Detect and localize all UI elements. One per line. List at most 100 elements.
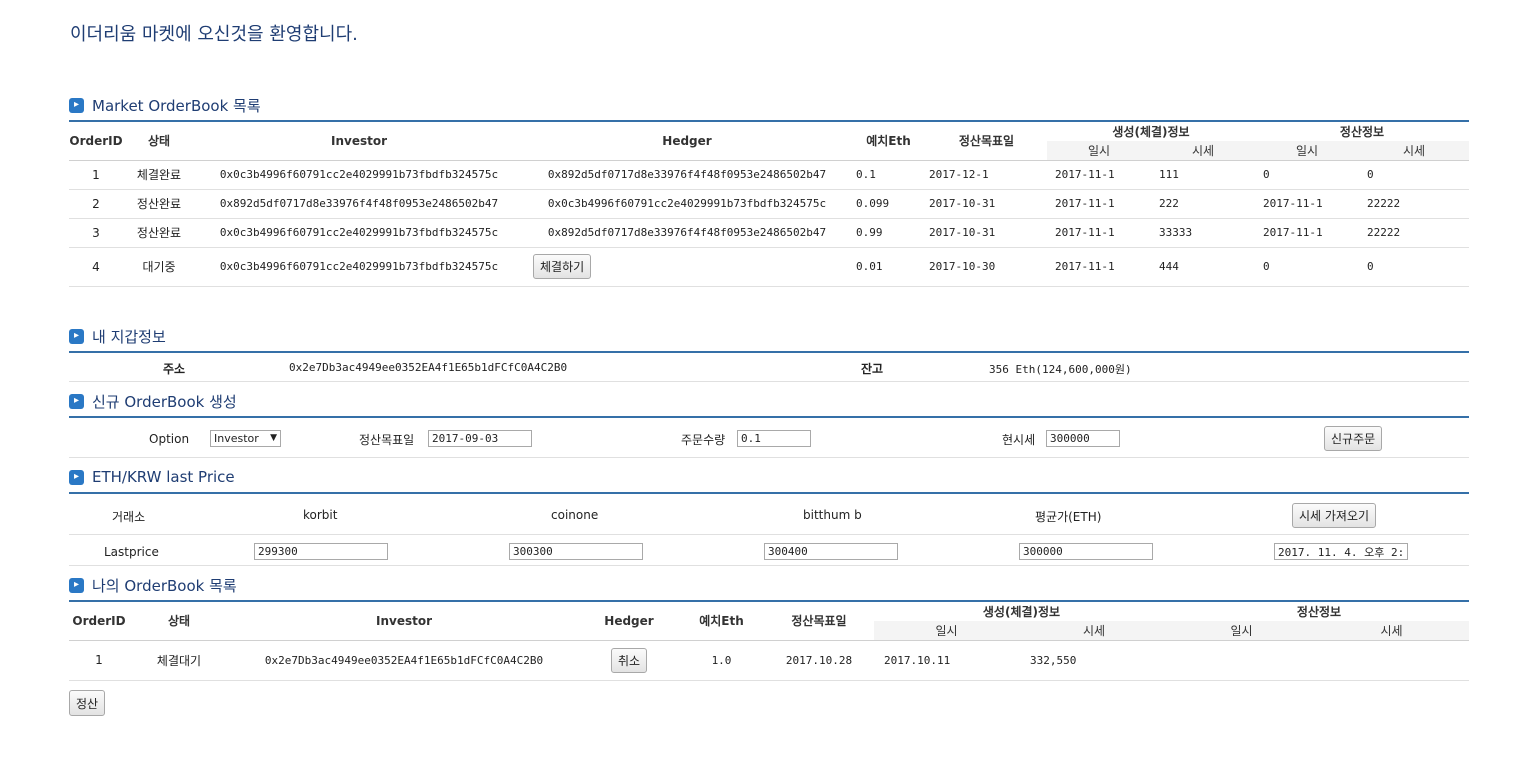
address-label: 주소 [163,362,186,376]
cell-deposit: 0.01 [851,247,926,287]
col-settle-info: 정산정보 [1339,125,1385,139]
market-orderbook-section-title: ▸ Market OrderBook 목록 [69,95,261,115]
cell-investor: 0x2e7Db3ac4949ee0352EA4f1E65b1dFCfC0A4C2… [229,640,579,681]
cell-target: 2017.10.28 [764,640,874,681]
cell-settle-date [1169,640,1314,681]
match-order-button[interactable]: 체결하기 [533,254,592,279]
dropdown-caret-icon: ▼ [270,433,277,443]
my-orderbook-section-title: ▸ 나의 OrderBook 목록 [69,575,237,595]
cell-created-price: 332,550 [1019,640,1169,681]
average-price-input[interactable] [1019,543,1153,560]
col-hedger: Hedger [523,122,851,161]
col-settle-date: 일시 [1255,141,1359,161]
korbit-price-input[interactable] [254,543,388,560]
cell-settle-price: 22222 [1359,218,1470,248]
col-created-info: 생성(체결)정보 [1112,125,1190,139]
current-price-input[interactable] [1046,430,1120,447]
wallet-section-title: ▸ 내 지갑정보 [69,326,166,346]
table-row: 2 정산완료 0x892d5df0717d8e33976f4f48f0953e2… [69,189,1470,219]
cell-deposit: 0.1 [851,160,926,190]
market-orderbook-title: Market OrderBook 목록 [92,96,261,115]
col-created-price: 시세 [1151,141,1255,161]
col-orderid: OrderID [69,602,129,641]
cell-created-price: 33333 [1151,218,1255,248]
new-order-button[interactable]: 신규주문 [1324,426,1383,451]
current-price-label: 현시세 [1002,433,1036,447]
bithumb-header: bitthum b [803,508,862,522]
coinone-price-input[interactable] [509,543,643,560]
cell-status: 대기중 [123,247,195,287]
cell-target: 2017-10-31 [926,218,1047,248]
cell-created-date: 2017-11-1 [1047,218,1151,248]
col-settle-price: 시세 [1314,621,1470,641]
my-orderbook-title: 나의 OrderBook 목록 [92,576,237,595]
cell-created-date: 2017-11-1 [1047,247,1151,287]
cell-settle-price: 22222 [1359,189,1470,219]
col-investor: Investor [195,122,523,161]
cell-created-price: 444 [1151,247,1255,287]
quantity-input[interactable] [737,430,811,447]
col-created-info: 생성(체결)정보 [982,605,1061,619]
cell-hedger: 체결하기 [523,247,851,287]
timestamp-input[interactable] [1274,543,1408,560]
cell-created-price: 111 [1151,160,1255,190]
cancel-order-button[interactable]: 취소 [610,647,648,673]
cell-settle-price: 0 [1359,247,1470,287]
wallet-title: 내 지갑정보 [92,327,166,346]
cell-hedger: 0x0c3b4996f60791cc2e4029991b73fbdfb32457… [523,189,851,219]
eth-price-title: ETH/KRW last Price [92,468,235,486]
cell-orderid: 3 [69,218,123,248]
target-date-label: 정산목표일 [359,433,415,447]
wallet-address: 0x2e7Db3ac4949ee0352EA4f1E65b1dFCfC0A4C2… [289,361,568,374]
cell-settle-date: 2017-11-1 [1255,218,1359,248]
col-hedger: Hedger [579,602,679,641]
cell-created-price: 222 [1151,189,1255,219]
target-date-input[interactable] [428,430,532,447]
col-settle-date: 일시 [1169,621,1314,641]
market-orderbook-table: OrderID 상태 Investor Hedger 예치Eth 정산목표일 생… [69,120,1470,287]
arrow-right-icon: ▸ [69,393,84,409]
welcome-title: 이더리움 마켓에 오신것을 환영합니다. [70,24,358,45]
cell-created-date: 2017-11-1 [1047,160,1151,190]
settle-button[interactable]: 정산 [69,690,106,716]
cell-deposit: 1.0 [679,640,764,681]
cell-created-date: 2017.10.11 [874,640,1019,681]
bithumb-price-input[interactable] [764,543,898,560]
fetch-price-button[interactable]: 시세 가져오기 [1292,503,1377,528]
cell-orderid: 1 [69,640,129,681]
cell-investor: 0x0c3b4996f60791cc2e4029991b73fbdfb32457… [195,218,523,248]
option-select[interactable]: Investor ▼ [210,430,281,447]
cell-hedger: 0x892d5df0717d8e33976f4f48f0953e2486502b… [523,160,851,190]
cell-settle-date: 0 [1255,160,1359,190]
cell-settle-date: 2017-11-1 [1255,189,1359,219]
col-settle-price: 시세 [1359,141,1470,161]
coinone-header: coinone [551,508,599,522]
cell-settle-date: 0 [1255,247,1359,287]
exchange-label: 거래소 [112,510,146,524]
cell-investor: 0x0c3b4996f60791cc2e4029991b73fbdfb32457… [195,160,523,190]
arrow-right-icon: ▸ [69,97,84,113]
cell-orderid: 4 [69,247,123,287]
cell-investor: 0x892d5df0717d8e33976f4f48f0953e2486502b… [195,189,523,219]
cell-status: 체결완료 [123,160,195,190]
table-row: 1 체결대기 0x2e7Db3ac4949ee0352EA4f1E65b1dFC… [69,640,1470,681]
eth-price-table: 거래소 korbit coinone bitthum b 평균가(ETH) 시세… [69,492,1469,566]
cell-created-date: 2017-11-1 [1047,189,1151,219]
lastprice-label: Lastprice [104,545,159,559]
korbit-header: korbit [303,508,338,522]
cell-settle-price: 0 [1359,160,1470,190]
arrow-right-icon: ▸ [69,577,84,593]
new-order-section-title: ▸ 신규 OrderBook 생성 [69,391,237,411]
col-deposit: 예치Eth [679,602,764,641]
eth-price-section-title: ▸ ETH/KRW last Price [69,467,235,487]
cell-target: 2017-10-31 [926,189,1047,219]
average-header: 평균가(ETH) [1035,510,1102,524]
col-investor: Investor [229,602,579,641]
col-status: 상태 [129,602,229,641]
col-created-price: 시세 [1019,621,1169,641]
cell-orderid: 1 [69,160,123,190]
cell-deposit: 0.99 [851,218,926,248]
col-created-date: 일시 [874,621,1019,641]
cell-target: 2017-10-30 [926,247,1047,287]
col-target-date: 정산목표일 [764,602,874,641]
